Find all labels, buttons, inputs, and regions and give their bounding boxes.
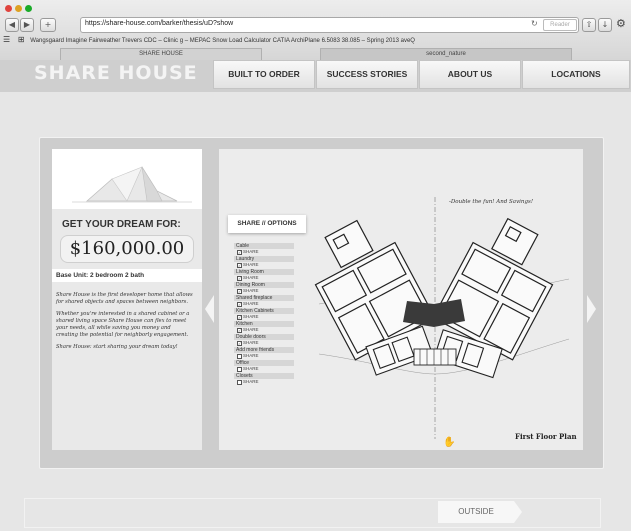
bookmarks-grid-icon[interactable]: ⊞ bbox=[18, 35, 25, 44]
checkbox-checked-icon[interactable]: ✓ bbox=[237, 328, 242, 333]
share-checkbox[interactable]: ✓ SHARE bbox=[234, 288, 294, 294]
checkbox-checked-icon[interactable]: ✓ bbox=[237, 250, 242, 255]
settings-icon[interactable]: ⚙ bbox=[616, 17, 626, 30]
checkbox-checked-icon[interactable]: ✓ bbox=[237, 289, 242, 294]
description-paragraph: Share House is the first developer home … bbox=[56, 292, 193, 305]
tab-share-house[interactable]: SHARE HOUSE bbox=[60, 48, 262, 60]
share-checkbox[interactable]: ✓ SHARE bbox=[234, 314, 294, 320]
description-paragraph: Whether you're interested in a shared ca… bbox=[56, 311, 190, 338]
offer-description: Share House is the first developer home … bbox=[56, 292, 194, 356]
tab-strip: SHARE HOUSE second_nature bbox=[0, 48, 631, 60]
hand-cursor-icon: ✋ bbox=[443, 437, 456, 448]
share-checkbox[interactable]: ✓ SHARE bbox=[234, 301, 294, 307]
bookmark-links[interactable]: Wangsgaard Imagine Fairweather Trevers C… bbox=[30, 38, 415, 44]
option-closets: Closets SHARE bbox=[234, 373, 294, 385]
option-kitchen: Kitchen ✓ SHARE bbox=[234, 321, 294, 333]
plan-caption: First Floor Plan bbox=[515, 432, 577, 441]
option-laundry: Laundry ✓ SHARE bbox=[234, 256, 294, 268]
checkbox-unchecked-icon[interactable] bbox=[237, 354, 242, 359]
share-checkbox[interactable]: ✓ SHARE bbox=[234, 262, 294, 268]
checkbox-checked-icon[interactable]: ✓ bbox=[237, 302, 242, 307]
forward-icon[interactable]: ▶ bbox=[20, 18, 34, 32]
tab-second-nature[interactable]: second_nature bbox=[320, 48, 572, 60]
plan-tagline: -Double the fun! And Savings! bbox=[449, 199, 534, 205]
close-window-button[interactable] bbox=[5, 5, 12, 12]
previous-arrow-icon[interactable] bbox=[205, 295, 214, 323]
nav-about-us[interactable]: ABOUT US bbox=[419, 60, 521, 89]
house-render-image bbox=[52, 149, 202, 209]
price-display: $160,000.00 bbox=[60, 235, 194, 263]
outside-button[interactable]: OUTSIDE bbox=[438, 501, 514, 523]
share-checkbox[interactable]: ✓ SHARE bbox=[234, 327, 294, 333]
add-tab-icon[interactable]: + bbox=[40, 18, 56, 32]
option-shared-fireplace: Shared fireplace ✓ SHARE bbox=[234, 295, 294, 307]
share-checkbox[interactable]: ✓ SHARE bbox=[234, 249, 294, 255]
back-icon[interactable]: ◀ bbox=[5, 18, 19, 32]
next-arrow-icon[interactable] bbox=[587, 295, 596, 323]
url-text: https://share-house.com/barker/thesis/uD… bbox=[85, 20, 234, 27]
option-dining-room: Dining Room ✓ SHARE bbox=[234, 282, 294, 294]
maximize-window-button[interactable] bbox=[25, 5, 32, 12]
downloads-icon[interactable]: ↓ bbox=[598, 18, 612, 32]
address-bar[interactable]: https://share-house.com/barker/thesis/uD… bbox=[80, 17, 579, 33]
option-office: Office SHARE bbox=[234, 360, 294, 372]
option-living-room: Living Room ✓ SHARE bbox=[234, 269, 294, 281]
minimize-window-button[interactable] bbox=[15, 5, 22, 12]
nav-built-to-order[interactable]: BUILT TO ORDER bbox=[213, 60, 315, 89]
nav-success-stories[interactable]: SUCCESS STORIES bbox=[316, 60, 418, 89]
outside-arrow-icon[interactable] bbox=[514, 501, 522, 523]
share-checkbox[interactable]: ✓ SHARE bbox=[234, 275, 294, 281]
share-checkbox[interactable]: SHARE bbox=[234, 353, 294, 359]
checkbox-checked-icon[interactable]: ✓ bbox=[237, 276, 242, 281]
option-add-more-friends: Add more friends SHARE bbox=[234, 347, 294, 359]
option-kitchen-cabinets: Kitchen Cabinets ✓ SHARE bbox=[234, 308, 294, 320]
logo-text: SHARE HOUSE bbox=[34, 62, 198, 84]
share-checkbox[interactable]: ✓ SHARE bbox=[234, 340, 294, 346]
description-paragraph: Share House: start sharing your dream to… bbox=[56, 344, 178, 350]
option-cable: Cable ✓ SHARE bbox=[234, 243, 294, 255]
offer-headline: GET YOUR DREAM FOR: bbox=[62, 219, 181, 230]
checkbox-checked-icon[interactable]: ✓ bbox=[237, 341, 242, 346]
base-unit-label: Base Unit: 2 bedroom 2 bath bbox=[52, 269, 202, 282]
reload-icon[interactable]: ↻ bbox=[531, 19, 538, 28]
offer-panel: GET YOUR DREAM FOR: $160,000.00 Base Uni… bbox=[52, 149, 202, 450]
checkbox-checked-icon[interactable]: ✓ bbox=[237, 263, 242, 268]
nav-locations[interactable]: LOCATIONS bbox=[522, 60, 630, 89]
share-icon[interactable]: ⇧ bbox=[582, 18, 596, 32]
share-options-header: SHARE // OPTIONS bbox=[228, 215, 306, 233]
site-logo[interactable]: SHARE HOUSE bbox=[34, 62, 198, 84]
checkbox-checked-icon[interactable]: ✓ bbox=[237, 315, 242, 320]
share-checkbox[interactable]: SHARE bbox=[234, 379, 294, 385]
share-options-list: Cable ✓ SHARE Laundry ✓ SHARE Living Room … bbox=[234, 242, 294, 385]
checkbox-unchecked-icon[interactable] bbox=[237, 367, 242, 372]
checkbox-unchecked-icon[interactable] bbox=[237, 380, 242, 385]
reader-button[interactable]: Reader bbox=[543, 19, 577, 31]
share-checkbox[interactable]: SHARE bbox=[234, 366, 294, 372]
option-double-doors: Double doors ✓ SHARE bbox=[234, 334, 294, 346]
bookmarks-bar: ☰ ⊞ Wangsgaard Imagine Fairweather Treve… bbox=[0, 35, 631, 47]
reading-list-icon[interactable]: ☰ bbox=[3, 35, 10, 44]
